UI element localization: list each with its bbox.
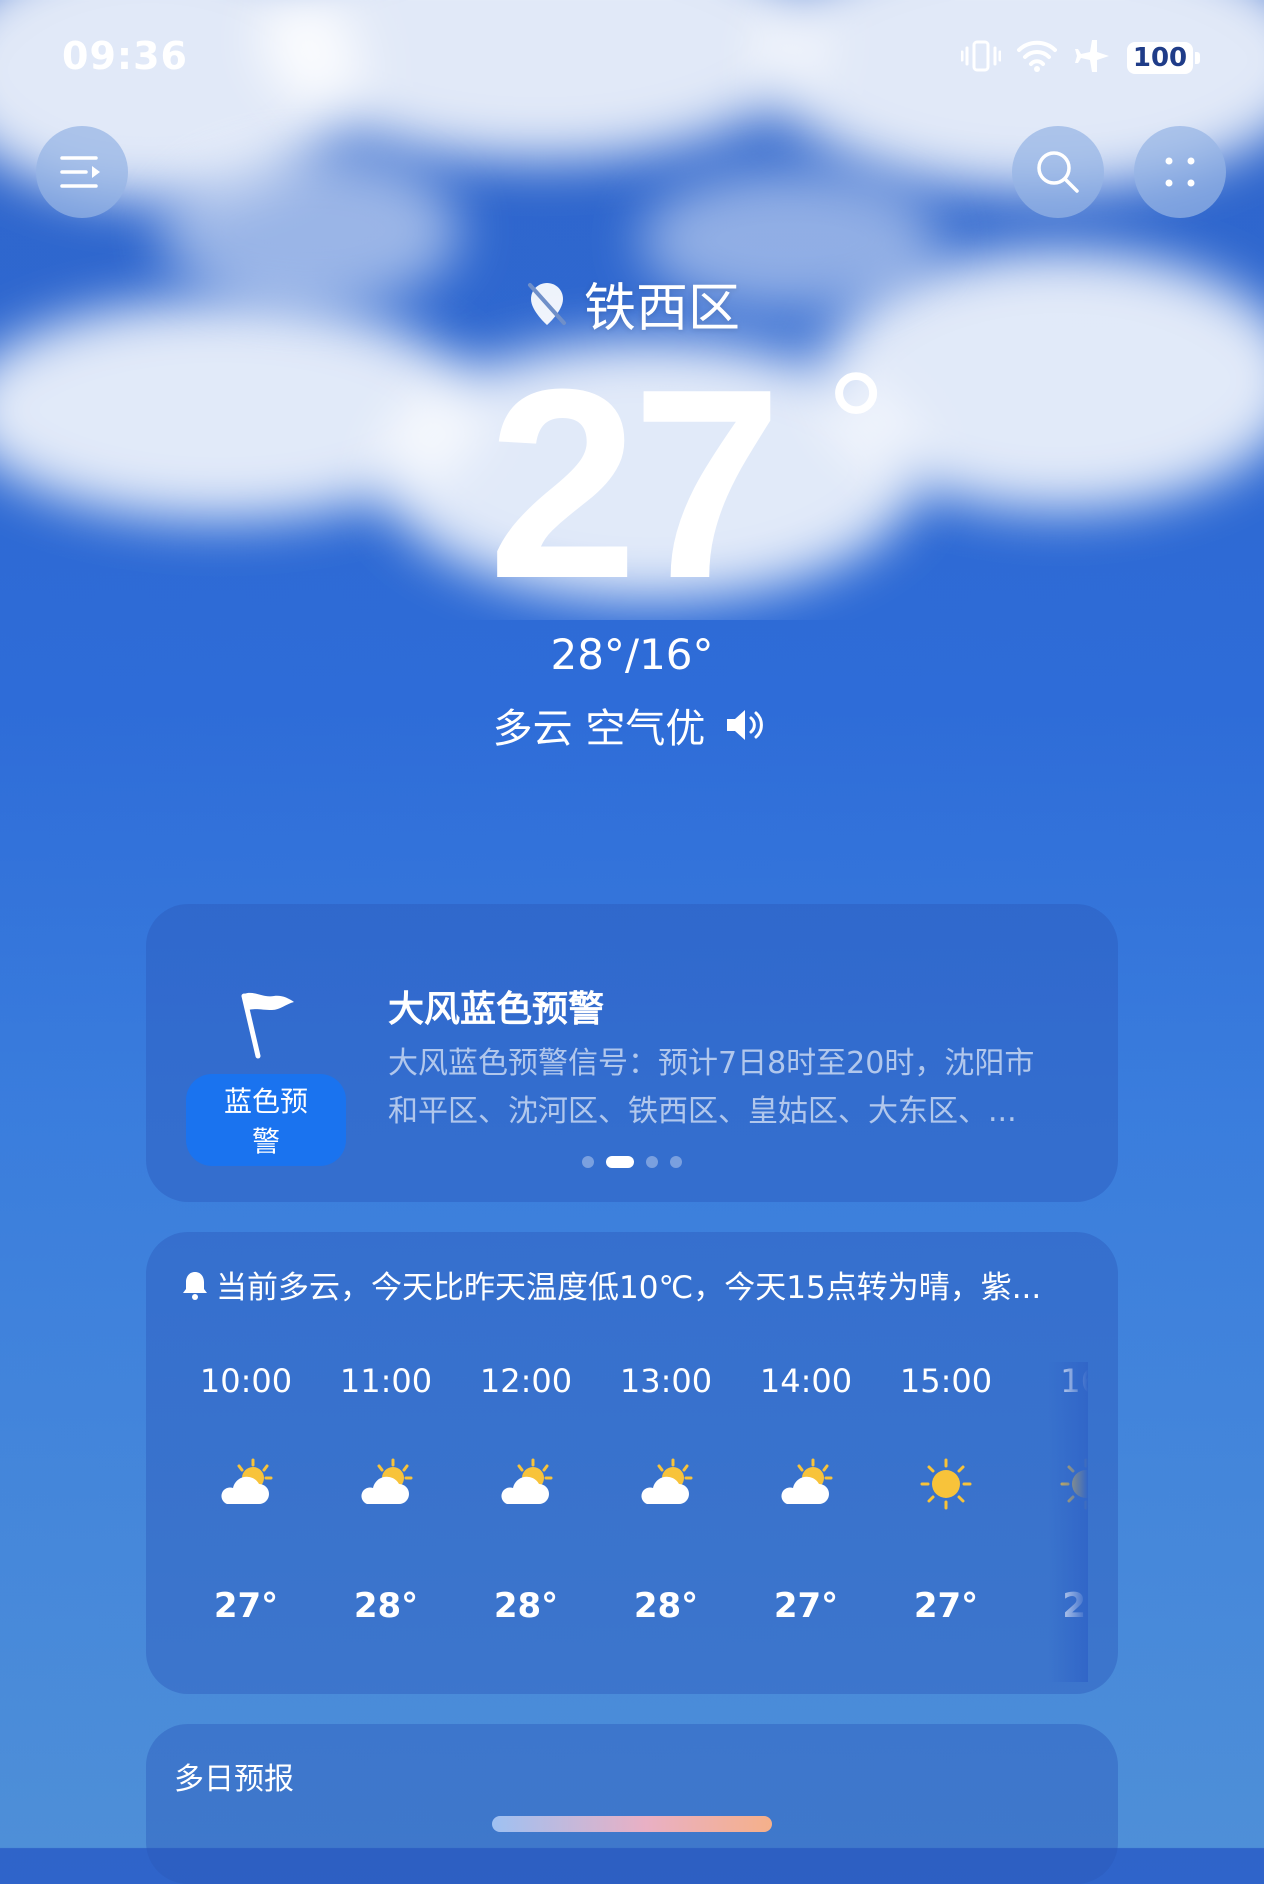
weather-alert-card[interactable]: 蓝色预警 大风蓝色预警 大风蓝色预警信号：预计7日8时至20时，沈阳市 和平区、… bbox=[146, 904, 1118, 1202]
status-icons: 100 bbox=[960, 38, 1200, 78]
pager-dot[interactable] bbox=[582, 1156, 594, 1168]
hour-time: 13:00 bbox=[619, 1362, 713, 1400]
alert-flag-area: 蓝色预警 bbox=[186, 984, 346, 1166]
bell-icon bbox=[183, 1271, 207, 1300]
status-time: 09:36 bbox=[62, 34, 188, 78]
current-temperature: 27 ° bbox=[0, 350, 1264, 620]
partly-cloudy-icon bbox=[456, 1454, 596, 1524]
battery-icon: 100 bbox=[1127, 42, 1200, 74]
location-off-icon bbox=[527, 282, 566, 325]
temperature-range: 28°/16° bbox=[550, 630, 714, 679]
battery-level: 100 bbox=[1127, 42, 1193, 74]
hour-temp: 28° bbox=[353, 1586, 419, 1626]
menu-icon bbox=[60, 156, 100, 188]
wifi-icon bbox=[1015, 38, 1059, 78]
multi-day-forecast-card[interactable]: 多日预报 bbox=[146, 1724, 1118, 1884]
pager-dot[interactable] bbox=[670, 1156, 682, 1168]
location-name: 铁西区 bbox=[583, 279, 740, 339]
hour-temp: 27° bbox=[913, 1586, 979, 1626]
location-header[interactable]: 铁西区 bbox=[0, 266, 1264, 341]
partly-cloudy-icon bbox=[316, 1454, 456, 1524]
airplane-icon bbox=[1073, 38, 1113, 78]
forecast-title: 多日预报 bbox=[174, 1762, 294, 1797]
alert-text-line: 大风蓝色预警信号：预计7日8时至20时，沈阳市 bbox=[388, 1046, 1035, 1081]
scroll-fade bbox=[1048, 1362, 1088, 1682]
partly-cloudy-icon bbox=[736, 1454, 876, 1524]
hour-temp: 27° bbox=[213, 1586, 279, 1626]
hourly-item[interactable]: 13:00 28° bbox=[596, 1362, 736, 1626]
speaker-icon[interactable] bbox=[723, 705, 771, 745]
hour-temp: 28° bbox=[633, 1586, 699, 1626]
hour-time: 14:00 bbox=[759, 1362, 853, 1400]
menu-button[interactable] bbox=[36, 126, 128, 218]
alert-title: 大风蓝色预警 bbox=[388, 989, 605, 1030]
degree-symbol: ° bbox=[826, 341, 886, 509]
grid-dots-icon bbox=[1165, 157, 1195, 187]
alert-level-badge: 蓝色预警 bbox=[186, 1074, 346, 1166]
pager-dot[interactable] bbox=[646, 1156, 658, 1168]
alert-description: 大风蓝色预警信号：预计7日8时至20时，沈阳市 和平区、沈河区、铁西区、皇姑区、… bbox=[388, 1040, 1088, 1136]
hour-time: 15:00 bbox=[899, 1362, 993, 1400]
sunny-icon bbox=[876, 1454, 1016, 1524]
hour-temp: 28° bbox=[493, 1586, 559, 1626]
hourly-item[interactable]: 12:00 28° bbox=[456, 1362, 596, 1626]
search-icon bbox=[1037, 151, 1079, 193]
hourly-list[interactable]: 10:00 27° 11:00 28° 12:00 28° 13:00 28° … bbox=[176, 1362, 1088, 1682]
partly-cloudy-icon bbox=[596, 1454, 736, 1524]
condition-text: 多云 空气优 bbox=[492, 706, 706, 752]
temperature-value: 27 bbox=[487, 334, 782, 635]
status-bar: 09:36 100 bbox=[0, 0, 1264, 110]
search-button[interactable] bbox=[1012, 126, 1104, 218]
hourly-item[interactable]: 14:00 27° bbox=[736, 1362, 876, 1626]
alert-pager[interactable] bbox=[146, 1156, 1118, 1168]
condition-row: 多云 空气优 bbox=[0, 696, 1264, 754]
alert-text-line: 和平区、沈河区、铁西区、皇姑区、大东区、... bbox=[388, 1094, 1017, 1129]
hourly-forecast-card[interactable]: 当前多云，今天比昨天温度低10℃，今天15点转为晴，紫... 10:00 27°… bbox=[146, 1232, 1118, 1694]
hour-time: 11:00 bbox=[339, 1362, 433, 1400]
hourly-item[interactable]: 10:00 27° bbox=[176, 1362, 316, 1626]
hourly-item[interactable]: 11:00 28° bbox=[316, 1362, 456, 1626]
home-indicator[interactable] bbox=[492, 1816, 772, 1832]
hour-time: 10:00 bbox=[199, 1362, 293, 1400]
hour-time: 12:00 bbox=[479, 1362, 573, 1400]
vibrate-icon bbox=[960, 38, 1002, 78]
hour-temp: 27° bbox=[773, 1586, 839, 1626]
hourly-item[interactable]: 15:00 27° bbox=[876, 1362, 1016, 1626]
pager-dot-active[interactable] bbox=[606, 1156, 634, 1168]
partly-cloudy-icon bbox=[176, 1454, 316, 1524]
more-button[interactable] bbox=[1134, 126, 1226, 218]
weather-summary: 当前多云，今天比昨天温度低10℃，今天15点转为晴，紫... bbox=[180, 1262, 1041, 1307]
summary-text: 当前多云，今天比昨天温度低10℃，今天15点转为晴，紫... bbox=[216, 1270, 1042, 1306]
flag-icon bbox=[241, 992, 294, 1059]
